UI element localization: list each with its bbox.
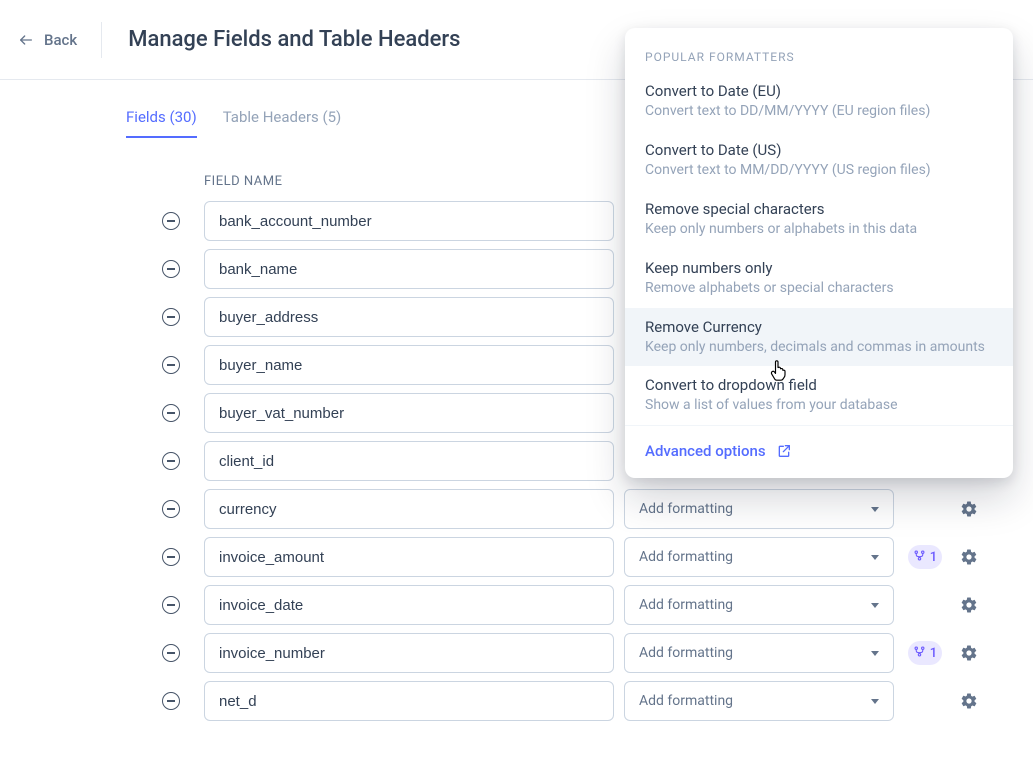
external-link-icon — [776, 443, 792, 459]
add-formatting-select[interactable]: Add formatting — [624, 585, 894, 625]
advanced-options-label: Advanced options — [645, 442, 766, 460]
formatter-option[interactable]: Convert to Date (US) Convert text to MM/D… — [625, 131, 1013, 190]
formatter-dropdown: POPULAR FORMATTERS Convert to Date (EU)C… — [625, 28, 1013, 478]
remove-field-icon[interactable] — [162, 692, 180, 710]
format-placeholder: Add formatting — [639, 501, 733, 517]
dropdown-section-label: POPULAR FORMATTERS — [625, 28, 1013, 72]
formatter-option-desc: Keep only numbers or alphabets in this d… — [645, 220, 993, 239]
field-name-input[interactable] — [204, 681, 614, 721]
field-name-input[interactable] — [204, 489, 614, 529]
add-formatting-select[interactable]: Add formatting — [624, 537, 894, 577]
formatter-option-desc: Show a list of values from your database — [645, 396, 993, 415]
remove-field-icon[interactable] — [162, 452, 180, 470]
formatter-option-title: Convert to Date (US) — [645, 141, 993, 159]
remove-field-icon[interactable] — [162, 500, 180, 518]
field-row: Add formatting — [0, 581, 1033, 629]
format-placeholder: Add formatting — [639, 693, 733, 709]
dropdown-advanced-options[interactable]: Advanced options — [625, 425, 1013, 478]
field-name-input[interactable] — [204, 345, 614, 385]
add-formatting-select[interactable]: Add formatting — [624, 681, 894, 721]
field-settings-button[interactable] — [960, 644, 978, 662]
usage-badge[interactable]: 1 — [908, 545, 942, 569]
formatter-option-desc: Convert text to MM/DD/YYYY (US region fi… — [645, 161, 993, 180]
format-placeholder: Add formatting — [639, 645, 733, 661]
remove-field-icon[interactable] — [162, 596, 180, 614]
formatter-option-title: Convert to Date (EU) — [645, 82, 993, 100]
field-settings-button[interactable] — [960, 692, 978, 710]
format-placeholder: Add formatting — [639, 597, 733, 613]
remove-field-icon[interactable] — [162, 356, 180, 374]
formatter-option[interactable]: Keep numbers only Remove alphabets or spe… — [625, 249, 1013, 308]
field-row: Add formatting 1 — [0, 629, 1033, 677]
remove-field-icon[interactable] — [162, 260, 180, 278]
field-name-input[interactable] — [204, 297, 614, 337]
formatter-option-title: Remove special characters — [645, 200, 993, 218]
field-name-input[interactable] — [204, 441, 614, 481]
formatter-option-title: Keep numbers only — [645, 259, 993, 277]
tab-table-headers[interactable]: Table Headers (5) — [223, 108, 342, 138]
field-name-input[interactable] — [204, 393, 614, 433]
format-placeholder: Add formatting — [639, 549, 733, 565]
tab-fields[interactable]: Fields (30) — [126, 108, 197, 138]
field-row: Add formatting — [0, 677, 1033, 725]
separator — [101, 22, 102, 58]
back-button[interactable]: Back — [18, 31, 77, 49]
arrow-left-icon — [18, 32, 34, 48]
badge-count: 1 — [930, 550, 937, 565]
field-row: Add formatting 1 — [0, 533, 1033, 581]
remove-field-icon[interactable] — [162, 548, 180, 566]
chevron-down-icon — [871, 507, 879, 512]
formatter-option[interactable]: Convert to Date (EU) Convert text to DD/M… — [625, 72, 1013, 131]
chevron-down-icon — [871, 603, 879, 608]
formatter-option-title: Convert to dropdown field — [645, 376, 993, 394]
formatter-option-desc: Convert text to DD/MM/YYYY (EU region fi… — [645, 102, 993, 121]
field-row: Add formatting — [0, 485, 1033, 533]
chevron-down-icon — [871, 699, 879, 704]
formatter-option-desc: Remove alphabets or special characters — [645, 279, 993, 298]
field-name-input[interactable] — [204, 249, 614, 289]
field-name-input[interactable] — [204, 585, 614, 625]
badge-count: 1 — [930, 646, 937, 661]
usage-badge[interactable]: 1 — [908, 641, 942, 665]
add-formatting-select[interactable]: Add formatting — [624, 489, 894, 529]
add-formatting-select[interactable]: Add formatting — [624, 633, 894, 673]
field-name-input[interactable] — [204, 201, 614, 241]
field-settings-button[interactable] — [960, 596, 978, 614]
remove-field-icon[interactable] — [162, 644, 180, 662]
branch-icon — [913, 549, 926, 566]
formatter-option-desc: Keep only numbers, decimals and commas i… — [645, 338, 993, 357]
formatter-option-title: Remove Currency — [645, 318, 993, 336]
branch-icon — [913, 645, 926, 662]
field-name-input[interactable] — [204, 633, 614, 673]
back-label: Back — [44, 31, 77, 49]
remove-field-icon[interactable] — [162, 404, 180, 422]
chevron-down-icon — [871, 555, 879, 560]
formatter-option[interactable]: Convert to dropdown field Show a list of … — [625, 366, 1013, 425]
field-settings-button[interactable] — [960, 548, 978, 566]
field-settings-button[interactable] — [960, 500, 978, 518]
page-title: Manage Fields and Table Headers — [128, 27, 460, 52]
remove-field-icon[interactable] — [162, 212, 180, 230]
formatter-option[interactable]: Remove Currency Keep only numbers, decima… — [625, 308, 1013, 367]
chevron-down-icon — [871, 651, 879, 656]
remove-field-icon[interactable] — [162, 308, 180, 326]
formatter-option[interactable]: Remove special characters Keep only numbe… — [625, 190, 1013, 249]
field-name-input[interactable] — [204, 537, 614, 577]
